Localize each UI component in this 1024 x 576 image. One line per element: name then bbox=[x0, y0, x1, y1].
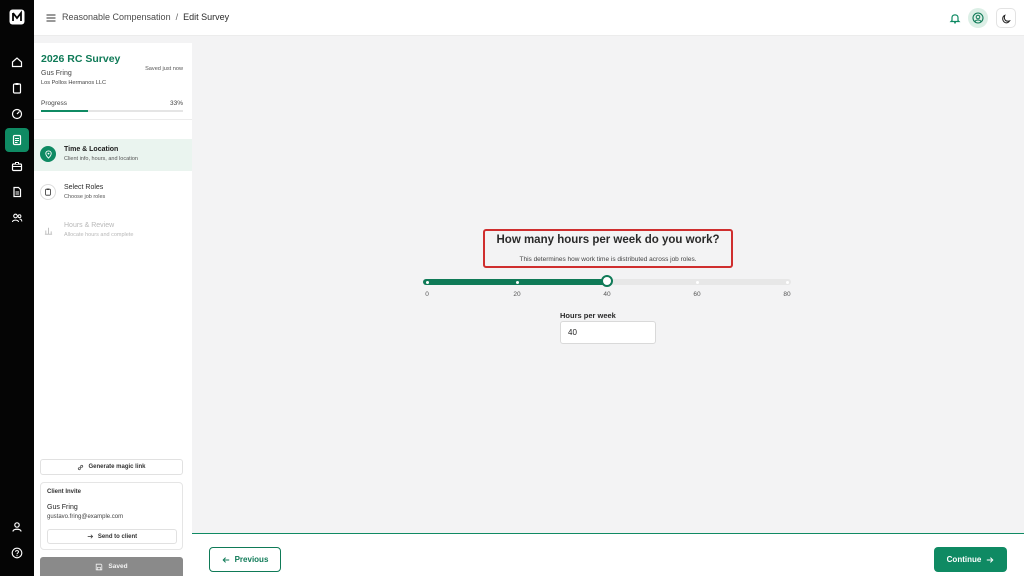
saved-button[interactable]: Saved bbox=[40, 557, 183, 576]
client-name: Gus Fring bbox=[41, 70, 72, 77]
document-icon[interactable] bbox=[5, 180, 29, 204]
save-icon bbox=[96, 563, 103, 570]
progress-percent: 33% bbox=[169, 100, 183, 107]
slider-tick-label: 40 bbox=[603, 291, 611, 298]
app-rail bbox=[0, 0, 34, 576]
client-company: Los Pollos Hermanos LLC bbox=[41, 80, 106, 86]
survey-sidebar: 2026 RC Survey Saved just now Gus Fring … bbox=[34, 43, 192, 576]
clipboard-icon bbox=[40, 184, 56, 200]
arrow-right-icon bbox=[987, 556, 994, 563]
menu-icon[interactable] bbox=[46, 12, 56, 24]
breadcrumb-separator: / bbox=[175, 12, 179, 22]
user-avatar-button[interactable] bbox=[968, 8, 988, 28]
survey-icon[interactable] bbox=[5, 128, 29, 152]
users-icon[interactable] bbox=[5, 206, 29, 230]
gauge-icon[interactable] bbox=[5, 102, 29, 126]
briefcase-icon[interactable] bbox=[5, 154, 29, 178]
step-title: Select Roles bbox=[64, 184, 104, 191]
continue-button[interactable]: Continue bbox=[934, 547, 1007, 572]
slider-tick-label: 60 bbox=[693, 291, 701, 298]
progress-bar bbox=[41, 110, 183, 112]
progress-label: Progress bbox=[41, 100, 68, 107]
help-icon[interactable] bbox=[5, 541, 29, 565]
step-title: Time & Location bbox=[64, 146, 119, 153]
previous-button[interactable]: Previous bbox=[209, 547, 281, 572]
save-status: Saved just now bbox=[145, 66, 183, 72]
send-label: Send to client bbox=[97, 533, 138, 540]
invite-email: gustavo.fring@example.com bbox=[47, 514, 124, 520]
slider-stop[interactable] bbox=[425, 280, 429, 284]
generate-magic-link-button[interactable]: Generate magic link bbox=[40, 459, 183, 475]
breadcrumb-current: Edit Survey bbox=[183, 12, 230, 22]
step-title: Hours & Review bbox=[64, 222, 115, 229]
link-icon bbox=[78, 464, 84, 470]
slider-stop[interactable] bbox=[785, 280, 789, 284]
send-to-client-button[interactable]: Send to client bbox=[47, 529, 177, 544]
question-subtitle: This determines how work time is distrib… bbox=[519, 256, 697, 263]
bar-chart-icon bbox=[40, 222, 56, 238]
continue-label: Continue bbox=[946, 555, 982, 564]
saved-label: Saved bbox=[108, 563, 128, 570]
user-circle-icon bbox=[972, 12, 984, 24]
step-subtitle: Client info, hours, and location bbox=[64, 156, 138, 162]
send-icon bbox=[87, 534, 93, 539]
question-title: How many hours per week do you work? bbox=[496, 234, 720, 246]
top-bar: Reasonable Compensation / Edit Survey bbox=[34, 0, 1024, 36]
app-logo-icon[interactable] bbox=[9, 9, 25, 25]
breadcrumb-parent[interactable]: Reasonable Compensation bbox=[62, 12, 171, 22]
step-subtitle: Allocate hours and complete bbox=[64, 232, 134, 238]
magic-link-label: Generate magic link bbox=[88, 464, 146, 470]
progress-bar-fill bbox=[41, 110, 88, 112]
profile-icon[interactable] bbox=[5, 515, 29, 539]
step-hours-review: Hours & Review Allocate hours and comple… bbox=[34, 215, 192, 247]
bell-icon[interactable] bbox=[948, 11, 962, 25]
previous-label: Previous bbox=[234, 555, 269, 564]
hours-per-week-input[interactable] bbox=[560, 321, 656, 344]
theme-toggle-button[interactable] bbox=[996, 8, 1016, 28]
step-select-roles[interactable]: Select Roles Choose job roles bbox=[34, 177, 192, 209]
step-time-location[interactable]: Time & Location Client info, hours, and … bbox=[34, 139, 192, 171]
divider bbox=[34, 119, 192, 120]
location-pin-icon bbox=[40, 146, 56, 162]
client-invite-card: Client Invite Gus Fring gustavo.fring@ex… bbox=[40, 482, 183, 550]
footer-nav: Previous Continue bbox=[192, 533, 1024, 576]
slider-thumb[interactable] bbox=[601, 275, 613, 287]
moon-icon bbox=[1001, 13, 1011, 23]
hours-per-week-label: Hours per week bbox=[560, 311, 616, 320]
breadcrumb: Reasonable Compensation / Edit Survey bbox=[62, 12, 229, 22]
hours-slider[interactable] bbox=[423, 275, 791, 287]
slider-stop[interactable] bbox=[515, 280, 519, 284]
invite-heading: Client Invite bbox=[47, 489, 82, 495]
slider-stop[interactable] bbox=[695, 280, 699, 284]
slider-tick-label: 0 bbox=[425, 291, 429, 298]
survey-title: 2026 RC Survey bbox=[41, 53, 121, 65]
arrow-left-icon bbox=[222, 556, 229, 563]
invite-name: Gus Fring bbox=[47, 504, 78, 511]
slider-tick-label: 80 bbox=[783, 291, 791, 298]
home-icon[interactable] bbox=[5, 50, 29, 74]
step-subtitle: Choose job roles bbox=[64, 194, 106, 200]
clipboard-icon[interactable] bbox=[5, 76, 29, 100]
slider-tick-label: 20 bbox=[513, 291, 521, 298]
